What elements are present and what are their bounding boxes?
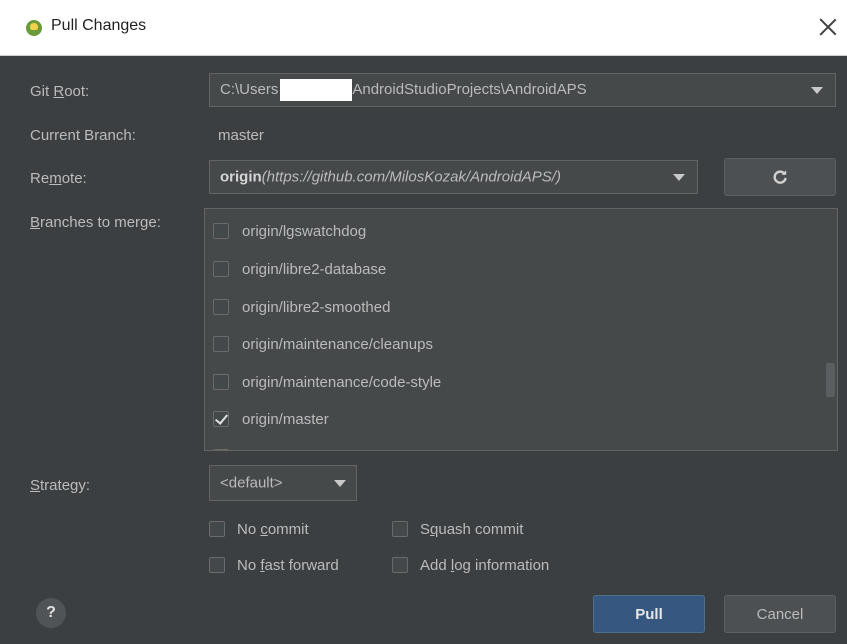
no-fast-forward-checkbox[interactable]	[209, 557, 225, 573]
redacted-username	[280, 79, 353, 101]
close-icon[interactable]	[815, 14, 841, 40]
no-commit-checkbox[interactable]	[209, 521, 225, 537]
list-item[interactable]: origin/master	[213, 405, 329, 433]
chevron-down-icon	[673, 174, 685, 181]
git-root-combo[interactable]: C:\Users AndroidStudioProjects\AndroidAPS	[209, 73, 836, 107]
branch-checkbox[interactable]	[213, 374, 229, 390]
cancel-button[interactable]: Cancel	[724, 595, 836, 633]
branch-checkbox[interactable]	[213, 449, 229, 450]
android-studio-icon	[26, 20, 42, 36]
branches-scrollbar[interactable]	[826, 363, 835, 397]
strategy-combo[interactable]: <default>	[209, 465, 357, 501]
branch-checkbox[interactable]	[213, 411, 229, 427]
no-commit-option[interactable]: No commit	[209, 517, 309, 541]
add-log-checkbox[interactable]	[392, 557, 408, 573]
branch-checkbox[interactable]	[213, 336, 229, 352]
pull-button[interactable]: Pull	[593, 595, 705, 633]
no-fast-forward-option[interactable]: No fast forward	[209, 553, 339, 577]
current-branch-label: Current Branch:	[30, 127, 136, 144]
squash-commit-option[interactable]: Squash commit	[392, 517, 523, 541]
chevron-down-icon	[334, 480, 346, 487]
list-item[interactable]: origin/lgswatchdog	[213, 217, 366, 245]
refresh-icon	[773, 170, 787, 184]
branch-checkbox[interactable]	[213, 223, 229, 239]
chevron-down-icon	[811, 87, 823, 94]
list-item[interactable]: origin/maintenance/code-style	[213, 368, 441, 396]
window-title: Pull Changes	[51, 17, 147, 34]
list-item[interactable]: origin/libre2-smoothed	[213, 293, 390, 321]
branches-label: Branches to merge:	[30, 214, 161, 231]
current-branch-value: master	[218, 127, 264, 144]
list-item[interactable]: origin/maintenance/cleanups	[213, 330, 433, 358]
help-button[interactable]: ?	[36, 598, 66, 628]
squash-commit-checkbox[interactable]	[392, 521, 408, 537]
branch-checkbox[interactable]	[213, 299, 229, 315]
refresh-remote-button[interactable]	[724, 158, 836, 196]
branches-list[interactable]: origin/lgswatchdog origin/libre2-databas…	[204, 208, 838, 451]
remote-label: Remote:	[30, 170, 87, 187]
remote-combo[interactable]: origin(https://github.com/MilosKozak/And…	[209, 160, 698, 194]
strategy-label: Strategy:	[30, 477, 91, 494]
branch-checkbox[interactable]	[213, 261, 229, 277]
git-root-label: Git Root:	[30, 83, 90, 100]
list-item-partial[interactable]	[213, 443, 242, 450]
add-log-information-option[interactable]: Add log information	[392, 553, 549, 577]
title-bar: Pull Changes	[0, 0, 847, 56]
list-item[interactable]: origin/libre2-database	[213, 255, 386, 283]
